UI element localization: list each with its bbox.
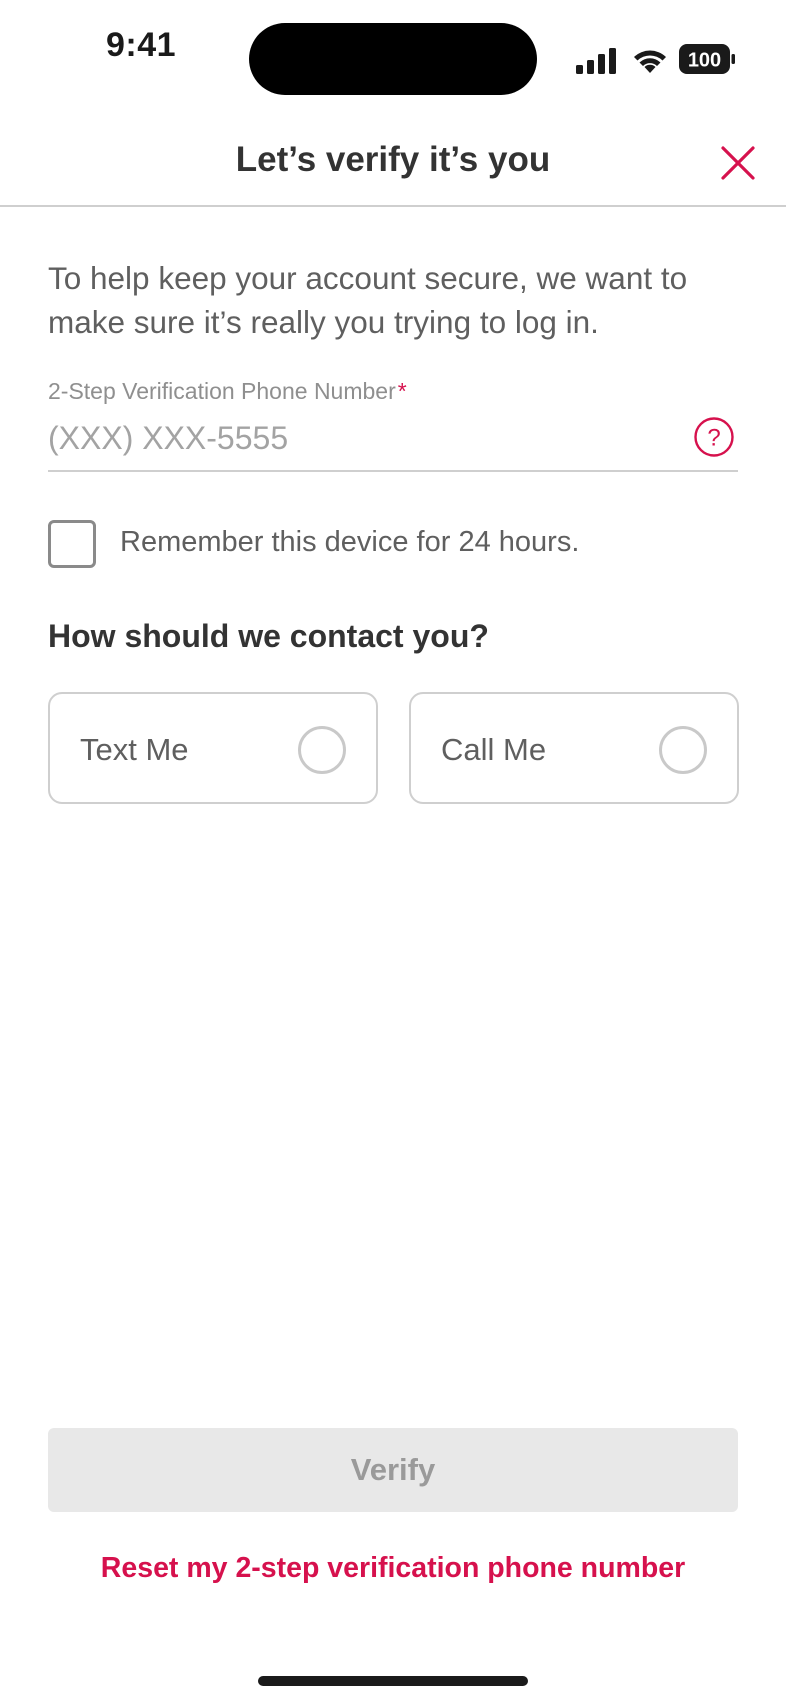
close-icon[interactable] [718,143,758,183]
phone-number-input[interactable] [48,416,688,460]
call-me-radio[interactable] [659,726,707,774]
verify-button[interactable]: Verify [48,1428,738,1512]
question-circle-icon[interactable]: ? [693,416,735,458]
page-header: Let’s verify it’s you [0,110,786,207]
required-marker: * [397,378,407,404]
phone-field-label-text: 2-Step Verification Phone Number [48,378,396,404]
text-me-radio[interactable] [298,726,346,774]
call-me-option[interactable]: Call Me [409,692,739,804]
text-me-option[interactable]: Text Me [48,692,378,804]
cellular-signal-icon [576,48,616,74]
battery-level: 100 [688,50,721,72]
wifi-icon [634,50,666,73]
call-me-label: Call Me [441,732,547,767]
reset-phone-number-link[interactable]: Reset my 2-step verification phone numbe… [0,1552,786,1585]
phone-field-underline [48,470,738,472]
svg-text:?: ? [707,425,720,452]
battery-icon: 100 [679,44,735,74]
remember-device-checkbox[interactable] [48,520,96,568]
page-title: Let’s verify it’s you [235,140,551,179]
dynamic-island [249,23,537,95]
status-time: 9:41 [106,26,177,64]
home-indicator [258,1676,528,1686]
contact-method-heading: How should we contact you? [48,618,489,654]
remember-device-label[interactable]: Remember this device for 24 hours. [120,526,579,559]
status-bar: 9:41 100 [0,0,786,110]
intro-text: To help keep your account secure, we wan… [48,260,688,340]
phone-field-label: 2-Step Verification Phone Number* [48,378,407,405]
text-me-label: Text Me [80,732,189,767]
